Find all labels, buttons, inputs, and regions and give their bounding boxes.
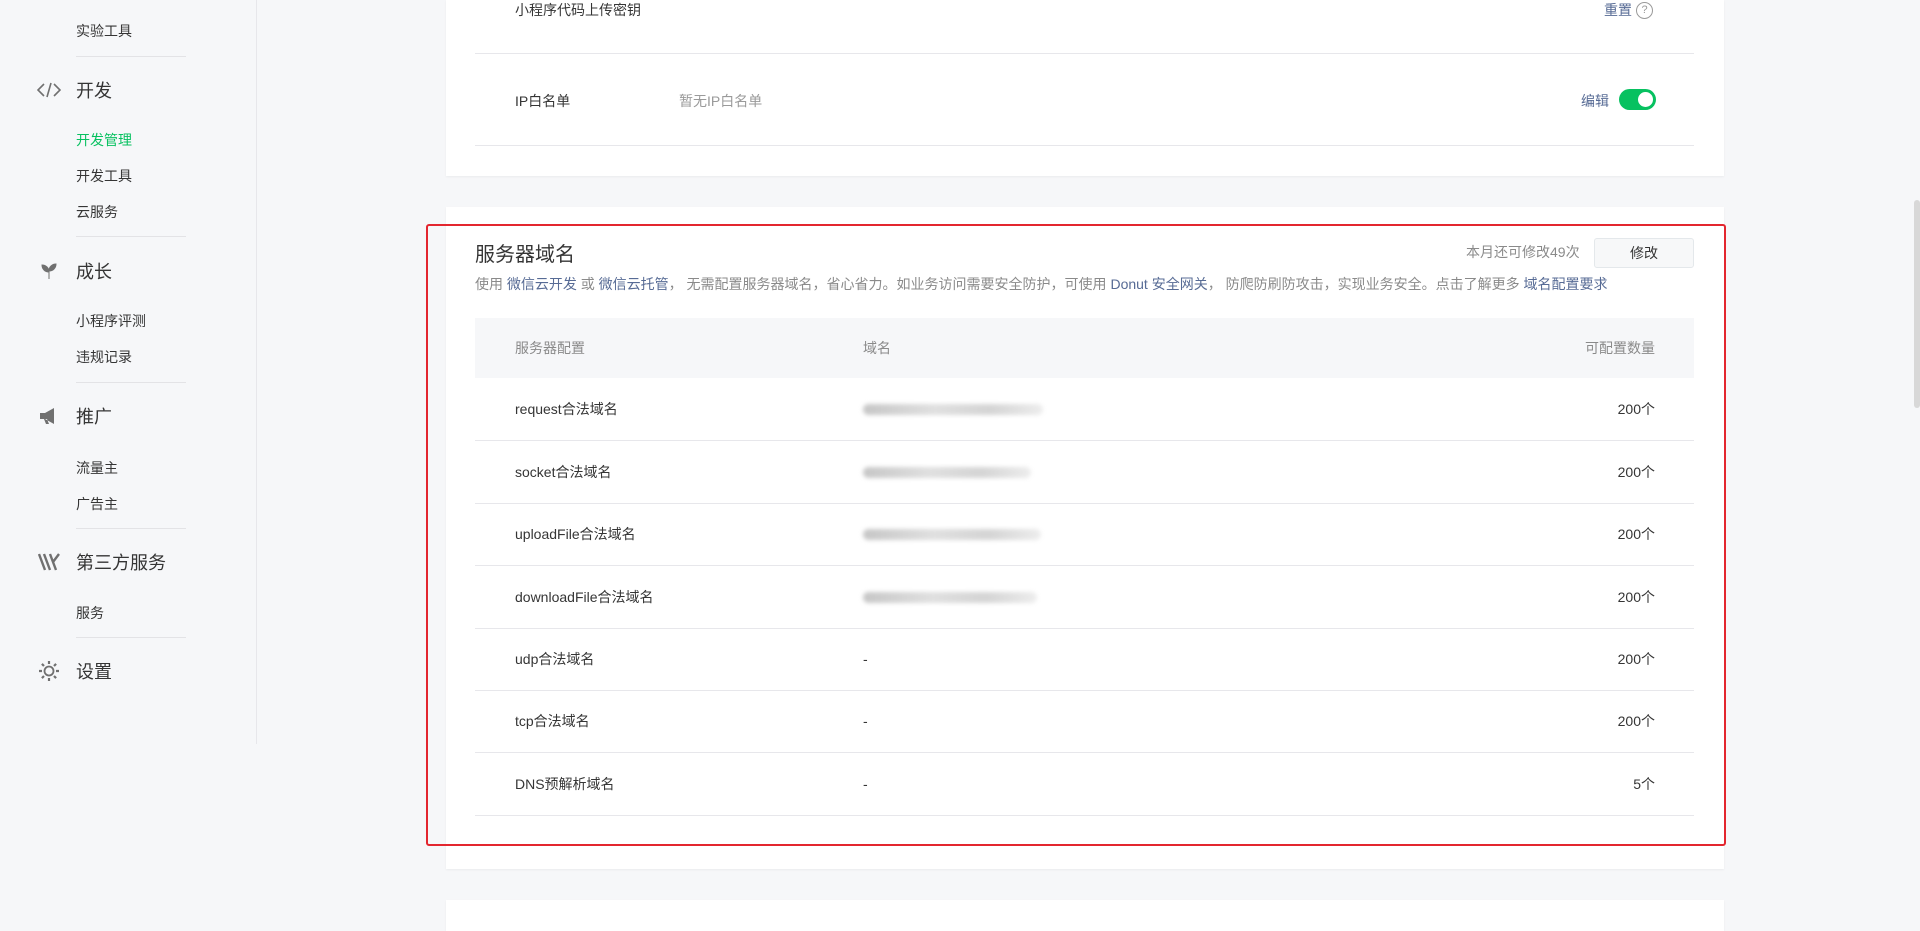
desc-text: ， 无需配置服务器域名，省心省力。如业务访问需要安全防护，可使用 [668, 276, 1111, 292]
table-row: uploadFile合法域名 200个 [475, 503, 1694, 566]
table-row: DNS预解析域名 - 5个 [475, 753, 1694, 816]
sidebar-item-violations[interactable]: 违规记录 [76, 347, 132, 367]
sidebar-section-third-party[interactable]: 第三方服务 [36, 549, 166, 575]
remaining-modifications: 本月还可修改49次 [1466, 244, 1580, 260]
code-icon [36, 77, 62, 103]
domain-count: 200个 [1617, 464, 1655, 480]
domain-count: 200个 [1617, 651, 1655, 667]
sidebar-section-label: 开发 [76, 81, 112, 101]
megaphone-icon [36, 403, 62, 429]
dev-settings-card [446, 0, 1724, 176]
modify-button[interactable]: 修改 [1594, 238, 1694, 268]
domain-value: - [863, 651, 868, 667]
domain-type: tcp合法域名 [515, 713, 590, 729]
divider [76, 56, 186, 57]
server-domain-title: 服务器域名 [475, 244, 575, 266]
ip-whitelist-toggle[interactable] [1619, 89, 1656, 110]
domain-count: 200个 [1617, 589, 1655, 605]
leaf-icon [36, 258, 62, 284]
sidebar-section-growth[interactable]: 成长 [36, 258, 112, 284]
domain-type: request合法域名 [515, 401, 618, 417]
divider [76, 528, 186, 529]
domain-type: socket合法域名 [515, 464, 612, 480]
desc-text: 或 [576, 276, 599, 292]
sidebar: 实验工具 开发 开发管理 开发工具 云服务 成长 小程序评测 违规记录 推广 流… [0, 0, 257, 744]
divider [76, 637, 186, 638]
domain-count: 200个 [1617, 526, 1655, 542]
domain-count: 5个 [1633, 776, 1655, 792]
sidebar-section-promotion[interactable]: 推广 [36, 403, 112, 429]
redacted-domain [863, 467, 1031, 478]
redacted-domain [863, 404, 1043, 415]
table-row: request合法域名 200个 [475, 378, 1694, 441]
reset-link[interactable]: 重置 [1604, 0, 1632, 20]
domain-type: udp合法域名 [515, 651, 595, 667]
sidebar-item-cloud-service[interactable]: 云服务 [76, 202, 118, 222]
divider [475, 145, 1694, 146]
ip-whitelist-label: IP白名单 [515, 93, 571, 109]
column-header-domain: 域名 [863, 340, 891, 356]
server-domain-description: 使用 微信云开发 或 微信云托管， 无需配置服务器域名，省心省力。如业务访问需要… [475, 274, 1607, 294]
domain-value: - [863, 776, 868, 792]
sidebar-item-dev-management[interactable]: 开发管理 [76, 130, 132, 150]
sidebar-section-label: 推广 [76, 407, 112, 427]
upload-key-label: 小程序代码上传密钥 [515, 2, 641, 18]
sidebar-section-label: 成长 [76, 262, 112, 282]
domain-table-header: 服务器配置 域名 可配置数量 [475, 318, 1694, 378]
wechat-cloud-hosting-link[interactable]: 微信云托管 [599, 276, 669, 292]
domain-count: 200个 [1617, 713, 1655, 729]
domain-requirements-link[interactable]: 域名配置要求 [1523, 276, 1607, 292]
sidebar-section-develop[interactable]: 开发 [36, 77, 112, 103]
domain-type: DNS预解析域名 [515, 776, 615, 792]
table-row: downloadFile合法域名 200个 [475, 566, 1694, 629]
third-party-icon [36, 549, 62, 575]
sidebar-item-advertiser[interactable]: 广告主 [76, 494, 118, 514]
toggle-knob [1638, 92, 1653, 107]
divider [76, 382, 186, 383]
sidebar-item-evaluation[interactable]: 小程序评测 [76, 311, 146, 331]
table-row: tcp合法域名 - 200个 [475, 690, 1694, 753]
domain-type: downloadFile合法域名 [515, 589, 654, 605]
sidebar-item-lab-tools[interactable]: 实验工具 [76, 21, 132, 41]
table-row: udp合法域名 - 200个 [475, 628, 1694, 691]
table-row: socket合法域名 200个 [475, 441, 1694, 504]
column-header-config: 服务器配置 [515, 340, 585, 356]
column-header-count: 可配置数量 [1585, 340, 1655, 356]
gear-icon [36, 658, 62, 684]
sidebar-item-service[interactable]: 服务 [76, 603, 104, 623]
redacted-domain [863, 592, 1037, 603]
sidebar-item-traffic-owner[interactable]: 流量主 [76, 458, 118, 478]
ip-whitelist-value: 暂无IP白名单 [679, 93, 763, 109]
domain-count: 200个 [1617, 401, 1655, 417]
help-icon[interactable]: ? [1636, 1, 1653, 19]
wechat-cloud-dev-link[interactable]: 微信云开发 [507, 276, 577, 292]
divider [76, 236, 186, 237]
sidebar-section-label: 设置 [76, 662, 112, 682]
sidebar-section-settings[interactable]: 设置 [36, 658, 112, 684]
desc-text: ， 防爬防刷防攻击，实现业务安全。点击了解更多 [1207, 276, 1524, 292]
domain-value: - [863, 713, 868, 729]
reset-key-action: 重置 ? [1604, 0, 1653, 20]
page-scrollbar[interactable] [1914, 200, 1920, 408]
divider [475, 53, 1694, 54]
edit-ip-link[interactable]: 编辑 [1581, 91, 1609, 111]
sidebar-item-dev-tools[interactable]: 开发工具 [76, 166, 132, 186]
sidebar-section-label: 第三方服务 [76, 553, 166, 573]
desc-text: 使用 [475, 276, 507, 292]
domain-type: uploadFile合法域名 [515, 526, 636, 542]
next-card [446, 900, 1724, 931]
donut-gateway-link[interactable]: Donut 安全网关 [1110, 276, 1207, 292]
redacted-domain [863, 529, 1041, 540]
